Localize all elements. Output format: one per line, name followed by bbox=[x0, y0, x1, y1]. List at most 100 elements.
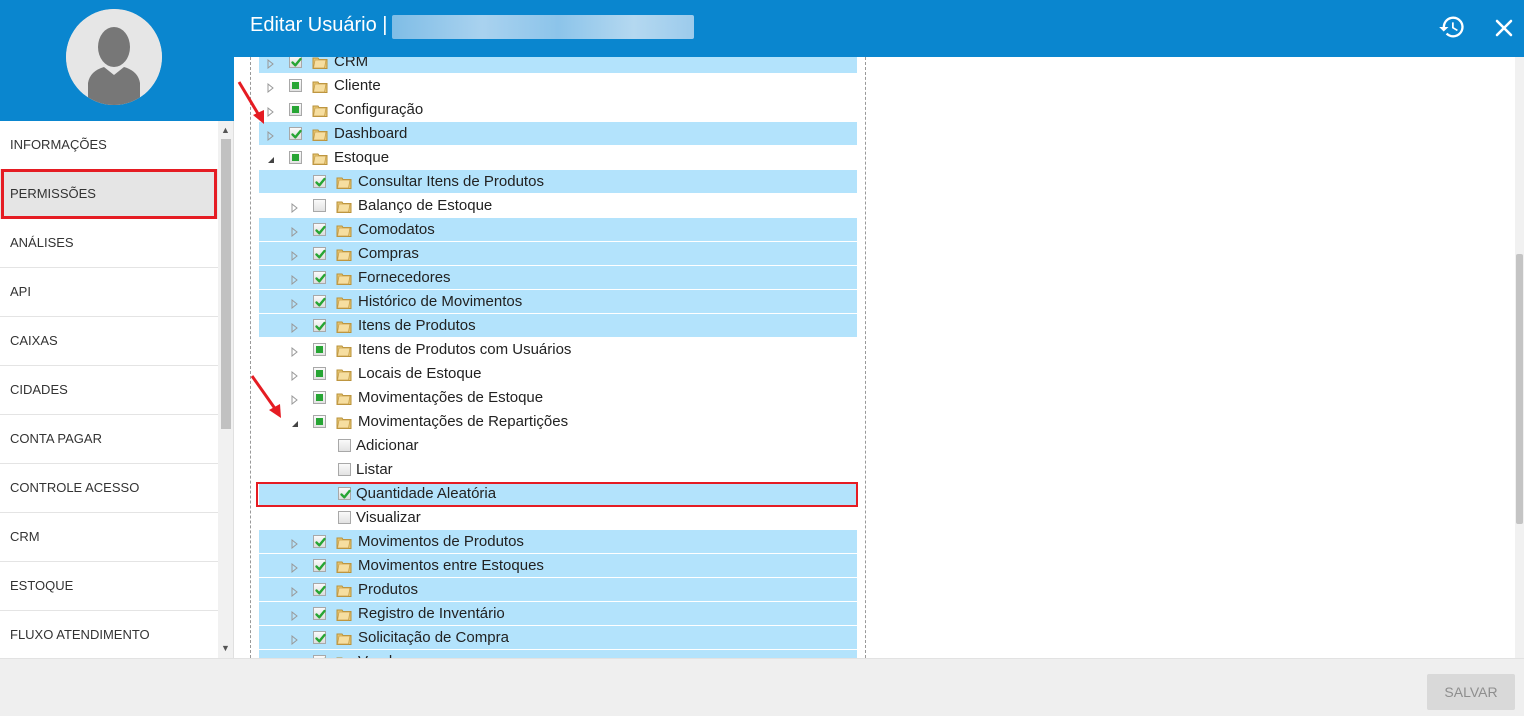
avatar[interactable] bbox=[66, 9, 162, 105]
checkbox-checked[interactable] bbox=[313, 295, 326, 308]
sidebar-item-permissoes[interactable]: PERMISSÕES bbox=[0, 170, 218, 219]
scroll-down-icon[interactable]: ▼ bbox=[221, 643, 230, 653]
tree-row[interactable]: Movimentações de Estoque bbox=[259, 386, 857, 409]
collapsed-arrow-icon[interactable] bbox=[290, 608, 299, 622]
checkbox-checked[interactable] bbox=[289, 127, 302, 140]
tree-row[interactable]: Solicitação de Compra bbox=[259, 626, 857, 649]
tree-row[interactable]: Movimentações de Repartições bbox=[259, 410, 857, 433]
tree-row-label[interactable]: Registro de Inventário bbox=[358, 605, 505, 622]
collapsed-arrow-icon[interactable] bbox=[290, 200, 299, 214]
tree-row-label[interactable]: Listar bbox=[356, 461, 393, 478]
tree-row-label[interactable]: Movimentos entre Estoques bbox=[358, 557, 544, 574]
collapsed-arrow-icon[interactable] bbox=[266, 57, 275, 70]
checkbox-checked[interactable] bbox=[313, 607, 326, 620]
tree-row-label[interactable]: Dashboard bbox=[334, 125, 407, 142]
checkbox-partial[interactable] bbox=[289, 103, 302, 116]
collapsed-arrow-icon[interactable] bbox=[290, 272, 299, 286]
tree-row[interactable]: Registro de Inventário bbox=[259, 602, 857, 625]
collapsed-arrow-icon[interactable] bbox=[290, 392, 299, 406]
tree-row-label[interactable]: Visualizar bbox=[356, 509, 421, 526]
tree-row-label[interactable]: Estoque bbox=[334, 149, 389, 166]
tree-row[interactable]: Listar bbox=[259, 458, 857, 481]
tree-row[interactable]: Itens de Produtos com Usuários bbox=[259, 338, 857, 361]
collapsed-arrow-icon[interactable] bbox=[290, 584, 299, 598]
tree-row-label[interactable]: Movimentações de Repartições bbox=[358, 413, 568, 430]
tree-row-label[interactable]: Adicionar bbox=[356, 437, 419, 454]
tree-row[interactable]: Histórico de Movimentos bbox=[259, 290, 857, 313]
checkbox-partial[interactable] bbox=[313, 391, 326, 404]
tree-row[interactable]: Adicionar bbox=[259, 434, 857, 457]
close-button[interactable] bbox=[1490, 14, 1518, 42]
tree-row[interactable]: Balanço de Estoque bbox=[259, 194, 857, 217]
collapsed-arrow-icon[interactable] bbox=[290, 560, 299, 574]
checkbox-partial[interactable] bbox=[289, 151, 302, 164]
collapsed-arrow-icon[interactable] bbox=[290, 536, 299, 550]
tree-row-label[interactable]: Cliente bbox=[334, 77, 381, 94]
collapsed-arrow-icon[interactable] bbox=[290, 224, 299, 238]
collapsed-arrow-icon[interactable] bbox=[290, 248, 299, 262]
scroll-up-icon[interactable]: ▲ bbox=[221, 125, 230, 135]
sidebar-item-fluxo-atendimento[interactable]: FLUXO ATENDIMENTO bbox=[0, 611, 218, 658]
tree-row[interactable]: CRM bbox=[259, 57, 857, 73]
main-scroll-thumb[interactable] bbox=[1516, 254, 1523, 524]
checkbox-partial[interactable] bbox=[313, 415, 326, 428]
history-button[interactable] bbox=[1438, 13, 1466, 41]
tree-row[interactable]: Locais de Estoque bbox=[259, 362, 857, 385]
tree-row[interactable]: Configuração bbox=[259, 98, 857, 121]
collapsed-arrow-icon[interactable] bbox=[266, 128, 275, 142]
checkbox-unchecked[interactable] bbox=[338, 463, 351, 476]
checkbox-partial[interactable] bbox=[313, 367, 326, 380]
tree-row[interactable]: Vendas bbox=[259, 650, 857, 658]
sidebar-item-conta-pagar[interactable]: CONTA PAGAR bbox=[0, 415, 218, 464]
checkbox-checked[interactable] bbox=[313, 535, 326, 548]
sidebar-item-controle-acesso[interactable]: CONTROLE ACESSO bbox=[0, 464, 218, 513]
tree-row-label[interactable]: Movimentações de Estoque bbox=[358, 389, 543, 406]
tree-row-label[interactable]: CRM bbox=[334, 57, 368, 70]
tree-row-label[interactable]: Produtos bbox=[358, 581, 418, 598]
tree-row[interactable]: Compras bbox=[259, 242, 857, 265]
tree-row[interactable]: Fornecedores bbox=[259, 266, 857, 289]
expanded-arrow-icon[interactable] bbox=[266, 152, 275, 163]
tree-row-label[interactable]: Compras bbox=[358, 245, 419, 262]
tree-row-label[interactable]: Movimentos de Produtos bbox=[358, 533, 524, 550]
checkbox-partial[interactable] bbox=[289, 79, 302, 92]
collapsed-arrow-icon[interactable] bbox=[290, 320, 299, 334]
checkbox-checked[interactable] bbox=[313, 559, 326, 572]
tree-row-label[interactable]: Itens de Produtos bbox=[358, 317, 476, 334]
sidebar-item-informacoes[interactable]: INFORMAÇÕES bbox=[0, 121, 218, 170]
tree-row[interactable]: Visualizar bbox=[259, 506, 857, 529]
sidebar-scrollbar[interactable]: ▲ ▼ bbox=[218, 121, 233, 658]
tree-row-label[interactable]: Configuração bbox=[334, 101, 423, 118]
tree-row[interactable]: Produtos bbox=[259, 578, 857, 601]
tree-row-label[interactable]: Solicitação de Compra bbox=[358, 629, 509, 646]
checkbox-checked[interactable] bbox=[313, 631, 326, 644]
collapsed-arrow-icon[interactable] bbox=[290, 344, 299, 358]
checkbox-unchecked[interactable] bbox=[338, 439, 351, 452]
tree-row[interactable]: Consultar Itens de Produtos bbox=[259, 170, 857, 193]
checkbox-unchecked[interactable] bbox=[313, 199, 326, 212]
tree-row-label[interactable]: Itens de Produtos com Usuários bbox=[358, 341, 571, 358]
checkbox-checked[interactable] bbox=[313, 247, 326, 260]
expanded-arrow-icon[interactable] bbox=[290, 416, 299, 427]
checkbox-checked[interactable] bbox=[338, 487, 351, 500]
sidebar-item-analises[interactable]: ANÁLISES bbox=[0, 219, 218, 268]
tree-row[interactable]: Movimentos entre Estoques bbox=[259, 554, 857, 577]
checkbox-partial[interactable] bbox=[313, 343, 326, 356]
sidebar-item-crm[interactable]: CRM bbox=[0, 513, 218, 562]
sidebar-item-caixas[interactable]: CAIXAS bbox=[0, 317, 218, 366]
checkbox-checked[interactable] bbox=[313, 175, 326, 188]
checkbox-checked[interactable] bbox=[313, 319, 326, 332]
checkbox-checked[interactable] bbox=[313, 223, 326, 236]
tree-row[interactable]: Cliente bbox=[259, 74, 857, 97]
tree-row-label[interactable]: Quantidade Aleatória bbox=[356, 485, 496, 502]
sidebar-item-cidades[interactable]: CIDADES bbox=[0, 366, 218, 415]
tree-row[interactable]: Comodatos bbox=[259, 218, 857, 241]
checkbox-checked[interactable] bbox=[313, 583, 326, 596]
tree-row[interactable]: Dashboard bbox=[259, 122, 857, 145]
collapsed-arrow-icon[interactable] bbox=[290, 368, 299, 382]
tree-row[interactable]: Itens de Produtos bbox=[259, 314, 857, 337]
checkbox-checked[interactable] bbox=[289, 57, 302, 68]
sidebar-item-estoque[interactable]: ESTOQUE bbox=[0, 562, 218, 611]
collapsed-arrow-icon[interactable] bbox=[290, 296, 299, 310]
tree-row-label[interactable]: Consultar Itens de Produtos bbox=[358, 173, 544, 190]
